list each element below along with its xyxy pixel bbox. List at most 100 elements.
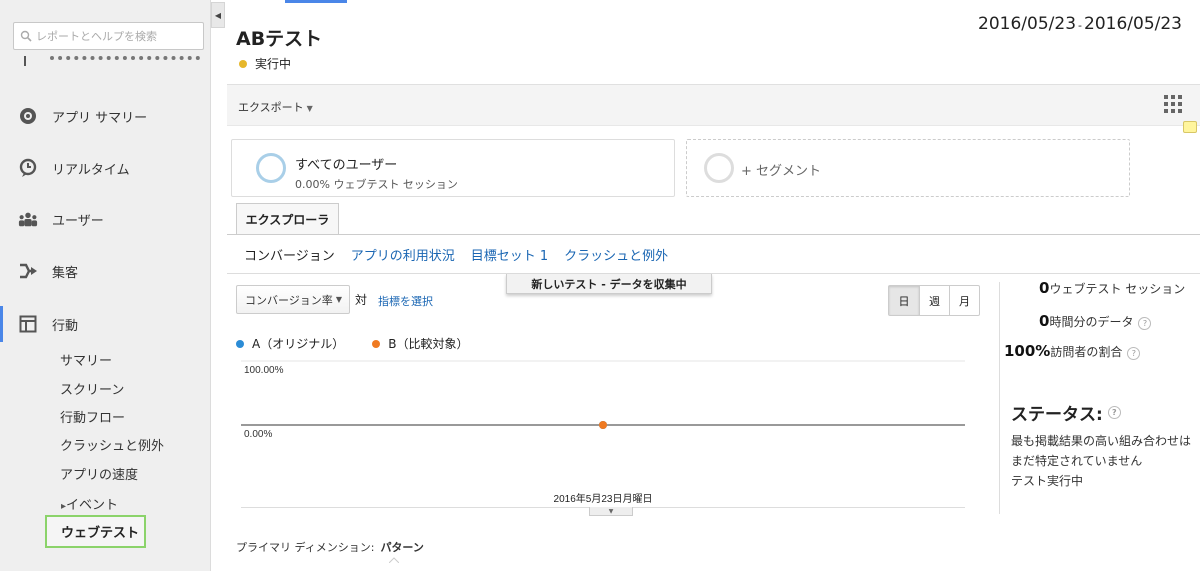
- stat-sessions: 0 ウェブテスト セッション: [1039, 279, 1185, 297]
- ytick-label-bottom: 0.00%: [244, 429, 272, 440]
- date-range-picker[interactable]: 2016/05/23-2016/05/23: [978, 14, 1182, 34]
- help-icon[interactable]: ?: [1127, 347, 1141, 360]
- status-dot: [239, 59, 247, 68]
- subtab-app-usage[interactable]: アプリの利用状況: [351, 245, 455, 264]
- chart-legend: A（オリジナル） B（比較対象）: [236, 335, 468, 352]
- sidebar-item-label: ユーザー: [52, 213, 104, 229]
- top-accent-bar: [285, 0, 347, 3]
- section-divider: [227, 273, 1200, 274]
- subtab-conversion[interactable]: コンバージョン: [244, 245, 335, 264]
- truncated-icon: [24, 56, 28, 66]
- selected-indicator-icon: [389, 557, 399, 563]
- subtab-goal-set-1[interactable]: 目標セット 1: [471, 245, 548, 264]
- stat-value: 100%: [1004, 342, 1051, 360]
- sidebar-item-label: アプリ サマリー: [52, 110, 148, 126]
- tab-divider: [227, 234, 1200, 235]
- stats-divider: [999, 282, 1000, 514]
- ga-page: レポートとヘルプを検索 アプリ サマリー リアルタイム ユーザー 集客 行動 サ…: [0, 0, 1200, 571]
- metric-select-value: コンバージョン率: [245, 293, 333, 307]
- export-button[interactable]: エクスポート ▼: [238, 99, 313, 115]
- sidebar-item-truncated[interactable]: [20, 56, 200, 70]
- date-start: 2016/05/23: [978, 14, 1077, 34]
- line-chart: 100.00% 0.00% 2016年5月23日月曜日: [241, 360, 965, 505]
- stat-hours: 0 時間分のデータ?: [1039, 312, 1152, 330]
- chart-point-series-1[interactable]: [599, 421, 607, 429]
- chart-resize-handle[interactable]: ▼: [589, 507, 633, 516]
- status-panel-title: ステータス:?: [1011, 400, 1121, 425]
- date-separator: -: [1078, 19, 1083, 32]
- sidebar-subitem-crashes[interactable]: クラッシュと例外: [60, 435, 164, 454]
- stat-value: 0: [1039, 279, 1050, 297]
- customize-grid-icon[interactable]: [1164, 95, 1182, 113]
- sidebar-subitem-behavior-flow[interactable]: 行動フロー: [60, 407, 125, 426]
- date-end: 2016/05/23: [1084, 14, 1182, 34]
- versus-label: 対: [355, 293, 368, 307]
- sidebar-item-behavior[interactable]: 行動: [0, 306, 210, 342]
- period-toggle: 日 週 月: [888, 285, 980, 316]
- sidebar-item-label: リアルタイム: [52, 162, 130, 178]
- sidebar: レポートとヘルプを検索 アプリ サマリー リアルタイム ユーザー 集客 行動 サ…: [0, 0, 211, 571]
- metric-select[interactable]: コンバージョン率 ▼: [236, 285, 350, 314]
- sidebar-subitem-label: イベント: [66, 498, 119, 513]
- legend-label-a: A（オリジナル）: [252, 337, 345, 351]
- acquisition-arrow-icon: [18, 261, 38, 281]
- chevron-down-icon: ▼: [335, 295, 342, 304]
- annotation-note-icon[interactable]: [1183, 121, 1197, 133]
- legend-item-a[interactable]: A（オリジナル）: [236, 335, 344, 352]
- help-icon[interactable]: ?: [1107, 406, 1121, 419]
- legend-item-b[interactable]: B（比較対象）: [372, 335, 468, 352]
- sidebar-subitem-web-test[interactable]: ウェブテスト: [45, 515, 146, 548]
- export-label: エクスポート: [238, 101, 304, 114]
- sidebar-item-acquisition[interactable]: 集客: [0, 253, 210, 289]
- legend-dot-b: [372, 339, 381, 348]
- ytick-label-top: 100.00%: [244, 365, 284, 376]
- chevron-down-icon: ▼: [608, 507, 614, 515]
- add-segment-label: + セグメント: [741, 164, 822, 179]
- period-day-button[interactable]: 日: [889, 286, 919, 315]
- status-text: 実行中: [255, 57, 292, 71]
- sidebar-subitem-events[interactable]: ▸イベント: [61, 494, 118, 513]
- explorer-subtabs: コンバージョン アプリの利用状況 目標セット 1 クラッシュと例外: [244, 245, 668, 264]
- status-desc-line: 最も掲載結果の高い組み合わせはまだ特定されていません: [1011, 434, 1192, 468]
- search-icon: [20, 30, 32, 42]
- primary-dimension: プライマリ ディメンション: パターン: [236, 539, 424, 555]
- segment-title: すべてのユーザー: [295, 158, 398, 173]
- segment-all-users[interactable]: すべてのユーザー 0.00% ウェブテスト セッション: [231, 139, 675, 197]
- primary-dimension-value[interactable]: パターン: [380, 541, 423, 554]
- experiment-status: 実行中: [239, 55, 291, 72]
- search-input[interactable]: レポートとヘルプを検索: [13, 22, 204, 50]
- help-icon[interactable]: ?: [1138, 317, 1152, 330]
- add-segment-button[interactable]: + セグメント: [686, 139, 1130, 197]
- legend-label-b: B（比較対象）: [388, 337, 469, 351]
- status-desc-line: テスト実行中: [1011, 474, 1084, 488]
- sidebar-subitem-screens[interactable]: スクリーン: [60, 379, 124, 398]
- period-month-button[interactable]: 月: [949, 286, 979, 315]
- chevron-down-icon: ▼: [306, 104, 313, 113]
- search-placeholder: レポートとヘルプを検索: [36, 30, 157, 43]
- period-week-button[interactable]: 週: [919, 286, 949, 315]
- segment-ring-icon: [256, 153, 286, 183]
- sidebar-subitem-summary[interactable]: サマリー: [60, 350, 112, 369]
- sidebar-item-realtime[interactable]: リアルタイム: [0, 150, 210, 186]
- primary-dimension-label: プライマリ ディメンション:: [236, 541, 375, 554]
- collapse-sidebar-button[interactable]: ◀: [211, 2, 225, 28]
- status-panel-desc: 最も掲載結果の高い組み合わせはまだ特定されていません テスト実行中: [1011, 431, 1191, 491]
- sidebar-subitem-app-speed[interactable]: アプリの速度: [60, 464, 138, 483]
- stat-label: ウェブテスト セッション: [1049, 282, 1186, 296]
- legend-dot-a: [236, 339, 244, 348]
- collapse-arrow-icon: ◀: [214, 10, 222, 20]
- choose-metric-link[interactable]: 指標を選択: [378, 293, 433, 309]
- xtick-label: 2016年5月23日月曜日: [554, 492, 653, 505]
- stat-value: 0: [1039, 312, 1050, 330]
- main-content: 2016/05/23-2016/05/23 ABテスト 実行中 エクスポート ▼ …: [227, 0, 1200, 571]
- sidebar-item-app-summary[interactable]: アプリ サマリー: [0, 98, 210, 134]
- segment-subtitle: 0.00% ウェブテスト セッション: [295, 178, 458, 191]
- subtab-crashes[interactable]: クラッシュと例外: [564, 245, 668, 264]
- tab-explorer[interactable]: エクスプローラ: [236, 203, 339, 235]
- sidebar-item-users[interactable]: ユーザー: [0, 201, 210, 237]
- sidebar-item-label: 行動: [52, 318, 79, 334]
- report-toolbar: エクスポート ▼: [227, 84, 1200, 126]
- truncated-label: [50, 56, 200, 66]
- status-title-text: ステータス:: [1011, 405, 1103, 425]
- stat-label: 訪問者の割合: [1050, 345, 1123, 359]
